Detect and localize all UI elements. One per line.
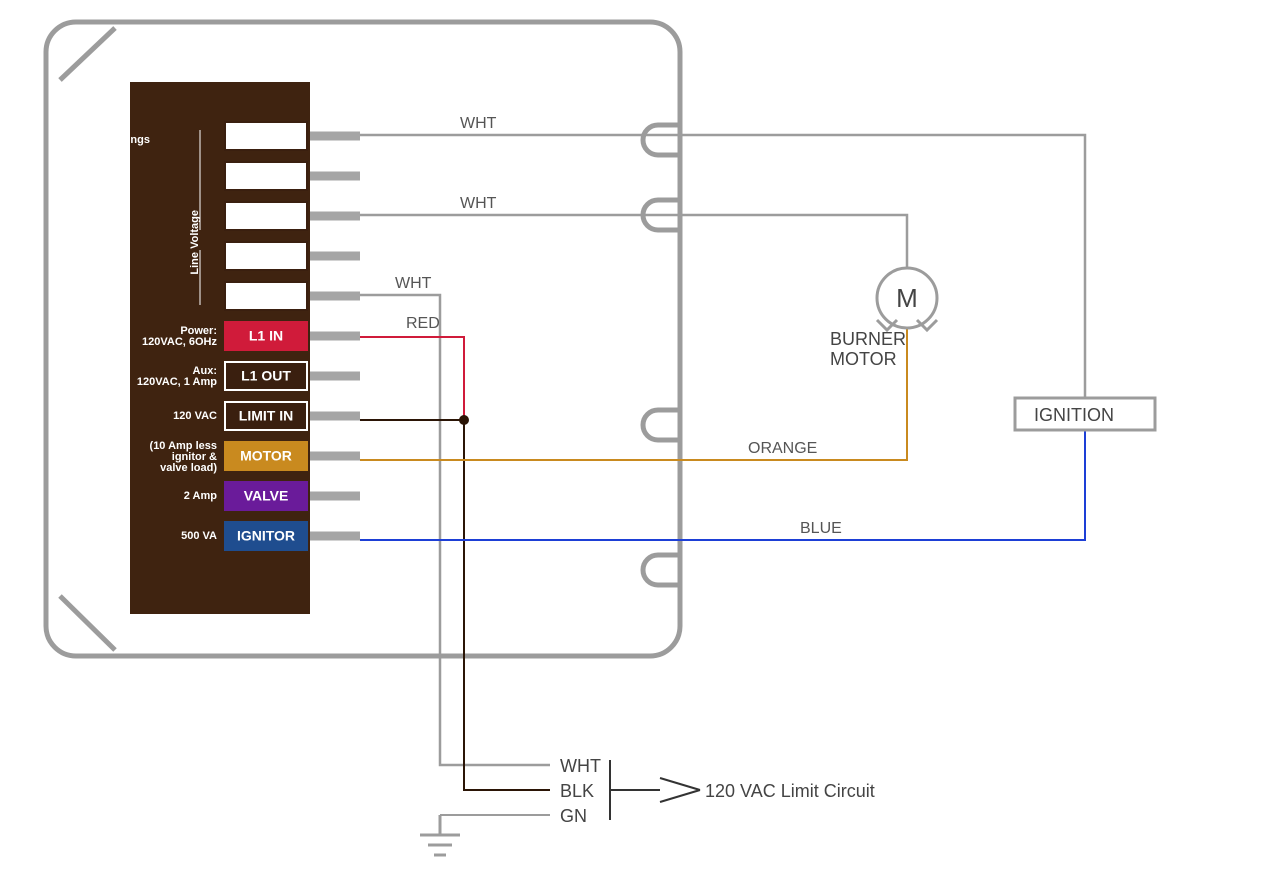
svg-text:IGNITION: IGNITION bbox=[1034, 405, 1114, 425]
terminal-t5: L2 bbox=[225, 282, 307, 310]
terminal-label: LIMIT IN bbox=[239, 408, 293, 424]
terminal-t4: L2 bbox=[225, 242, 307, 270]
svg-text:BLK: BLK bbox=[560, 781, 594, 801]
limit-circuit-label: 120 VAC Limit Circuit bbox=[705, 781, 875, 801]
svg-text:ORANGE: ORANGE bbox=[748, 440, 817, 457]
terminal-label: MOTOR bbox=[240, 448, 292, 464]
wire-orange: ORANGE bbox=[360, 325, 907, 460]
terminal-label: L2 bbox=[258, 128, 275, 144]
bottom-bundle: WHT BLK GN 120 VAC Limit Circuit bbox=[420, 756, 875, 855]
ratings-heading: Ratings bbox=[110, 134, 150, 146]
svg-text:WHT: WHT bbox=[460, 195, 497, 212]
terminal-label: L2 bbox=[258, 168, 275, 184]
terminal-label: VALVE bbox=[244, 488, 289, 504]
terminal-label: IGNITOR bbox=[237, 528, 295, 544]
terminal-rating: 2 Amp bbox=[184, 490, 217, 502]
terminal-rating: 120 VAC bbox=[173, 410, 217, 422]
wire-wht-2: WHT bbox=[360, 195, 907, 270]
wire-blue: BLUE bbox=[360, 430, 1085, 540]
svg-text:WHT: WHT bbox=[395, 275, 432, 292]
svg-text:WHT: WHT bbox=[460, 115, 497, 132]
wire-wht-3: WHT bbox=[360, 275, 550, 765]
svg-text:M: M bbox=[896, 283, 918, 313]
burner-motor: M BURNER MOTOR bbox=[830, 268, 937, 369]
svg-text:GN: GN bbox=[560, 806, 587, 826]
terminal-label: L2 bbox=[258, 208, 275, 224]
terminal-t1: L2 bbox=[225, 122, 307, 150]
terminal-label: L1 IN bbox=[249, 328, 283, 344]
svg-text:RED: RED bbox=[406, 315, 440, 332]
terminal-t9: MOTOR(10 Amp lessignitor &valve load) bbox=[150, 440, 307, 474]
wire-wht-1: WHT bbox=[360, 115, 1085, 400]
terminal-t2: L2 bbox=[225, 162, 307, 190]
terminal-label: L1 OUT bbox=[241, 368, 291, 384]
terminal-label: L2 bbox=[258, 288, 275, 304]
terminal-label: L2 bbox=[258, 248, 275, 264]
wiring-diagram: Ratings Line Voltage L2L2L2L2L2L1 INPowe… bbox=[0, 0, 1285, 881]
terminal-rating: 500 VA bbox=[181, 530, 217, 542]
ignition-box: IGNITION bbox=[1015, 398, 1155, 430]
svg-text:BLUE: BLUE bbox=[800, 520, 842, 537]
svg-text:WHT: WHT bbox=[560, 756, 601, 776]
wire-limit-blk bbox=[360, 415, 550, 790]
terminal-stubs bbox=[310, 136, 360, 536]
terminal-t3: L2 bbox=[225, 202, 307, 230]
wire-red: RED bbox=[360, 315, 464, 420]
burner-motor-label: BURNER MOTOR bbox=[830, 329, 911, 369]
line-voltage-label: Line Voltage bbox=[189, 210, 201, 275]
